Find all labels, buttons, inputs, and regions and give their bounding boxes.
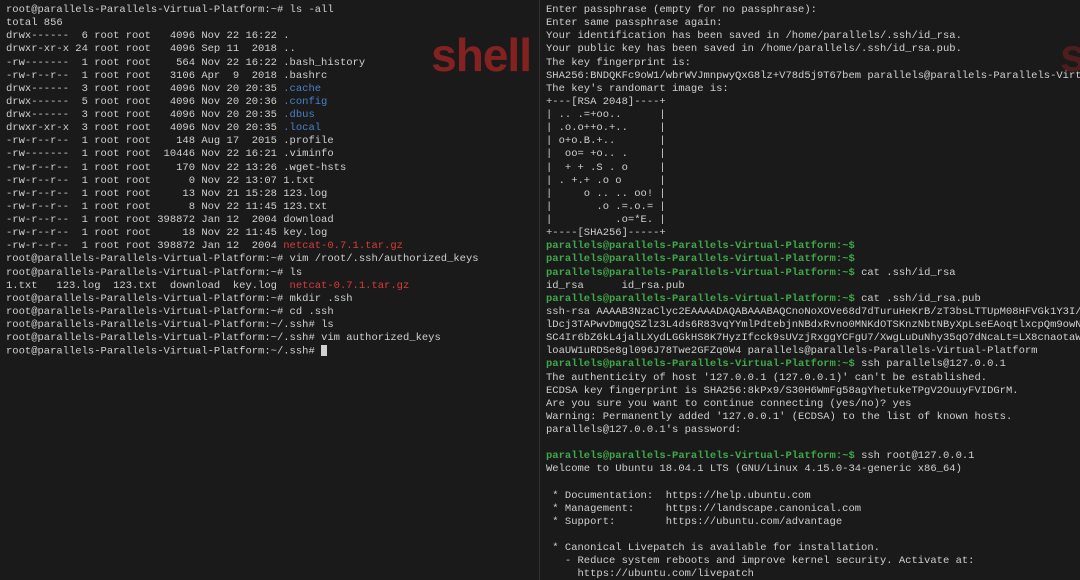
output: https://ubuntu.com/livepatch [546,568,1074,580]
output: Warning: Permanently added '127.0.0.1' (… [546,411,1074,424]
output: - Reduce system reboots and improve kern… [546,555,1074,568]
ls-output: drwx------ 6 root root 4096 Nov 22 16:22… [6,30,533,253]
output: SHA256:BNDQKFc9oW1/wbrWVJmnpwyQxG8lz+V78… [546,70,1074,83]
prompt-line: parallels@parallels-Parallels-Virtual-Pl… [546,450,1074,463]
output: * Canonical Livepatch is available for i… [546,542,1074,555]
prompt-line: parallels@parallels-Parallels-Virtual-Pl… [546,293,1074,306]
terminal-split: shell root@parallels-Parallels-Virtual-P… [0,0,1080,580]
blank [546,529,1074,542]
ls-row: -rw-r--r-- 1 root root 8 Nov 22 11:45 12… [6,201,533,214]
randomart-row: | oo= +o.. . | [546,148,1074,161]
terminal-right[interactable]: shell Enter passphrase (empty for no pas… [540,0,1080,580]
ls-row: drwxr-xr-x 3 root root 4096 Nov 20 20:35… [6,122,533,135]
prompt-line: parallels@parallels-Parallels-Virtual-Pl… [546,267,1074,280]
ls-total: total 856 [6,17,533,30]
output: Your public key has been saved in /home/… [546,43,1074,56]
pubkey-row: SC4Ir6bZ6kL4jalLXydLGGkHS8K7HyzIfcck9sUV… [546,332,1074,345]
output: * Documentation: https://help.ubuntu.com [546,490,1074,503]
output: Enter passphrase (empty for no passphras… [546,4,1074,17]
prompt-line: parallels@parallels-Parallels-Virtual-Pl… [546,240,1074,253]
prompt-line: parallels@parallels-Parallels-Virtual-Pl… [546,358,1074,371]
prompt-line: root@parallels-Parallels-Virtual-Platfor… [6,267,533,280]
prompt-line: root@parallels-Parallels-Virtual-Platfor… [6,306,533,319]
blank [546,437,1074,450]
cmd: ls -all [290,4,334,16]
ls-row: -rw-r--r-- 1 root root 398872 Jan 12 200… [6,214,533,227]
ls-row: -rw-r--r-- 1 root root 13 Nov 21 15:28 1… [6,188,533,201]
output: id_rsa id_rsa.pub [546,280,1074,293]
ls-row: drwxr-xr-x 24 root root 4096 Sep 11 2018… [6,43,533,56]
prompt-line: root@parallels-Parallels-Virtual-Platfor… [6,319,533,332]
ls-row: drwx------ 3 root root 4096 Nov 20 20:35… [6,109,533,122]
shell-prompt: root@parallels-Parallels-Virtual-Platfor… [6,4,290,16]
output: ECDSA key fingerprint is SHA256:8kPx9/S3… [546,385,1074,398]
output: * Support: https://ubuntu.com/advantage [546,516,1074,529]
prompt-line: root@parallels-Parallels-Virtual-Platfor… [6,4,533,17]
pubkey-output: ssh-rsa AAAAB3NzaClyc2EAAAADAQABAAABAQCn… [546,306,1074,359]
output: Your identification has been saved in /h… [546,30,1074,43]
ls-row: -rw------- 1 root root 10446 Nov 22 16:2… [6,148,533,161]
output: Are you sure you want to continue connec… [546,398,1074,411]
randomart: +---[RSA 2048]----+| .. .=+oo.. || .o.o+… [546,96,1074,240]
prompt-line: parallels@parallels-Parallels-Virtual-Pl… [546,253,1074,266]
pubkey-row: lDcj3TAPwvDmgQSZlz3L4ds6R83vqYYmlPdtebjn… [546,319,1074,332]
randomart-row: | o+o.B.+.. | [546,135,1074,148]
randomart-row: | .o.o++o.+.. | [546,122,1074,135]
blank [546,477,1074,490]
output: The key fingerprint is: [546,57,1074,70]
output: The key's randomart image is: [546,83,1074,96]
ls-row: drwx------ 5 root root 4096 Nov 20 20:36… [6,96,533,109]
ls-row: -rw-r--r-- 1 root root 148 Aug 17 2015 .… [6,135,533,148]
prompt-line: root@parallels-Parallels-Virtual-Platfor… [6,253,533,266]
ls-row: drwx------ 6 root root 4096 Nov 22 16:22… [6,30,533,43]
ls-row: 1.txt 123.log 123.txt download key.log n… [6,280,533,293]
ls-row: -rw-r--r-- 1 root root 0 Nov 22 13:07 1.… [6,175,533,188]
randomart-row: | o .. .. oo! | [546,188,1074,201]
terminal-left[interactable]: shell root@parallels-Parallels-Virtual-P… [0,0,540,580]
randomart-row: | + + .S . o | [546,162,1074,175]
output: parallels@127.0.0.1's password: [546,424,1074,437]
randomart-row: | .o=*E. | [546,214,1074,227]
ls-row: -rw------- 1 root root 564 Nov 22 16:22 … [6,57,533,70]
prompt-line: root@parallels-Parallels-Virtual-Platfor… [6,332,533,345]
randomart-row: | .o .=.o.= | [546,201,1074,214]
prompt-line[interactable]: root@parallels-Parallels-Virtual-Platfor… [6,345,533,358]
randomart-row: | . +.+ .o o | [546,175,1074,188]
randomart-row: +----[SHA256]-----+ [546,227,1074,240]
output: * Management: https://landscape.canonica… [546,503,1074,516]
randomart-row: +---[RSA 2048]----+ [546,96,1074,109]
pubkey-row: ssh-rsa AAAAB3NzaClyc2EAAAADAQABAAABAQCn… [546,306,1074,319]
prompt-line: root@parallels-Parallels-Virtual-Platfor… [6,293,533,306]
ls-row: -rw-r--r-- 1 root root 398872 Jan 12 200… [6,240,533,253]
ls-row: -rw-r--r-- 1 root root 170 Nov 22 13:26 … [6,162,533,175]
ls-row: -rw-r--r-- 1 root root 3106 Apr 9 2018 .… [6,70,533,83]
output: The authenticity of host '127.0.0.1 (127… [546,372,1074,385]
ls-row: -rw-r--r-- 1 root root 18 Nov 22 11:45 k… [6,227,533,240]
ls-row: drwx------ 3 root root 4096 Nov 20 20:35… [6,83,533,96]
output: Enter same passphrase again: [546,17,1074,30]
cursor-icon [321,345,327,356]
output: Welcome to Ubuntu 18.04.1 LTS (GNU/Linux… [546,463,1074,476]
pubkey-row: loaUW1uRDSe8gl096J78Twe2GFZq0W4 parallel… [546,345,1074,358]
randomart-row: | .. .=+oo.. | [546,109,1074,122]
